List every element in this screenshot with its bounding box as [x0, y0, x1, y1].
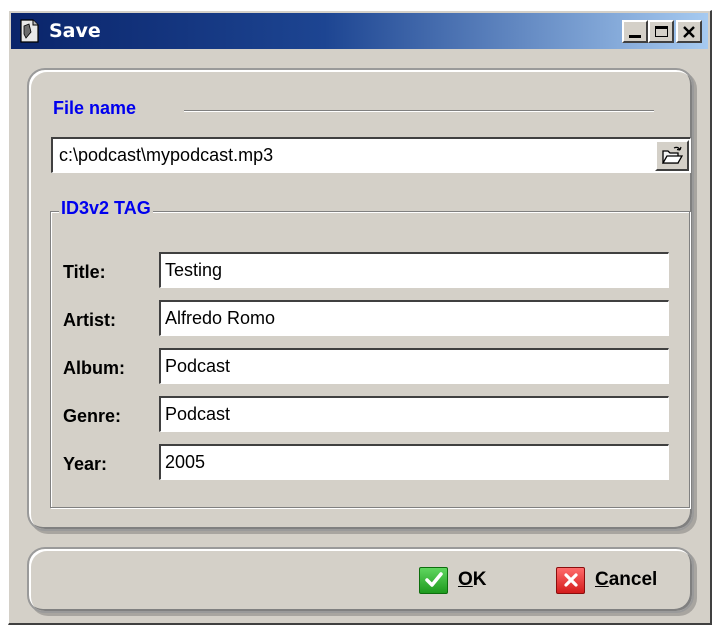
maximize-icon — [654, 26, 668, 37]
album-input[interactable]: Podcast — [159, 348, 669, 384]
artist-value[interactable]: Alfredo Romo — [165, 308, 275, 329]
file-name-label: File name — [53, 98, 137, 118]
album-value[interactable]: Podcast — [165, 356, 230, 377]
title-bar[interactable]: Save — [11, 13, 708, 49]
window-title: Save — [49, 20, 101, 42]
cancel-label: Cancel — [595, 569, 658, 590]
ok-label: OK — [458, 569, 487, 590]
maximize-button[interactable] — [648, 20, 674, 43]
year-input[interactable]: 2005 — [159, 444, 669, 480]
checkmark-icon — [419, 566, 448, 594]
cancel-button[interactable]: Cancel — [556, 565, 657, 595]
artist-label: Artist: — [63, 310, 116, 330]
genre-input[interactable]: Podcast — [159, 396, 669, 432]
year-value[interactable]: 2005 — [165, 452, 205, 473]
id3v2-tag-legend: ID3v2 TAG — [59, 198, 153, 219]
album-label: Album: — [63, 358, 125, 378]
main-panel: File name c:\podcast\mypodcast.mp3 ID3v2… — [27, 68, 694, 531]
title-input[interactable]: Testing — [159, 252, 669, 288]
genre-label: Genre: — [63, 406, 122, 426]
id3v2-tag-group: ID3v2 TAG Title: Testing Artist: Alfredo… — [50, 198, 690, 508]
minimize-icon — [629, 35, 641, 38]
ok-button[interactable]: OK — [419, 565, 487, 595]
title-label: Title: — [63, 262, 106, 282]
open-folder-icon — [661, 146, 683, 164]
x-icon — [556, 566, 585, 594]
close-button[interactable] — [676, 20, 702, 43]
close-icon — [683, 25, 695, 38]
minimize-button[interactable] — [622, 20, 648, 43]
artist-input[interactable]: Alfredo Romo — [159, 300, 669, 336]
file-path-value[interactable]: c:\podcast\mypodcast.mp3 — [59, 145, 273, 166]
genre-value[interactable]: Podcast — [165, 404, 230, 425]
browse-button[interactable] — [655, 140, 689, 171]
title-value[interactable]: Testing — [165, 260, 222, 281]
year-label: Year: — [63, 454, 108, 474]
document-icon — [17, 18, 41, 44]
file-name-divider — [184, 110, 654, 112]
button-bar: OK Cancel — [27, 547, 694, 613]
save-dialog: Save File name c:\podcast\mypodcast.mp3 — [8, 10, 712, 625]
file-path-input[interactable]: c:\podcast\mypodcast.mp3 — [51, 137, 691, 173]
